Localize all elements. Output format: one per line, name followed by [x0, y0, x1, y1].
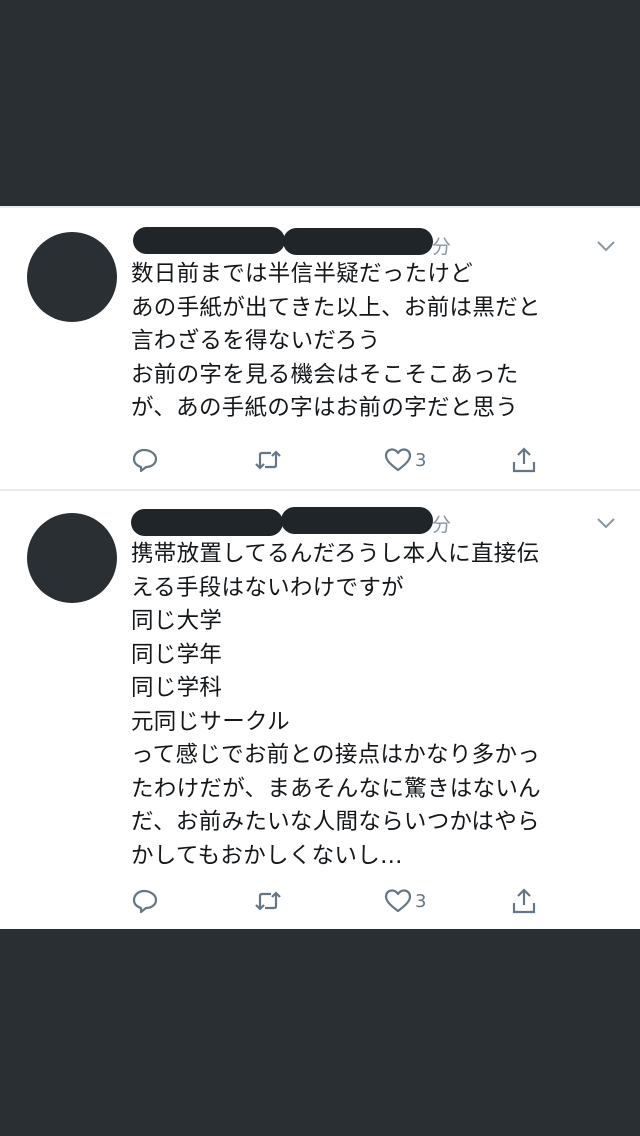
heart-icon [384, 889, 412, 913]
tweet-text-line: が、あの手紙の字はお前の字だと思う [131, 395, 519, 421]
share-icon [512, 447, 536, 473]
tweet-text-line: あの手紙が出てきた以上、お前は黒だと [131, 294, 541, 321]
tweet-text-line: だ、お前みたいな人間ならいつかはやら [131, 809, 540, 835]
tweet-text-line: える手段はないわけですが [131, 574, 404, 601]
retweet-button[interactable] [254, 884, 282, 918]
redacted-display-name [133, 227, 285, 254]
like-count: 3 [415, 890, 427, 912]
tweet-text-line: 同じ大学 [131, 608, 223, 634]
share-button[interactable] [510, 884, 538, 918]
tweet-text-line: かしてもおかしくないし… [131, 842, 403, 869]
chevron-down-icon[interactable] [596, 238, 616, 254]
reply-button[interactable] [131, 884, 159, 918]
redacted-username [283, 228, 433, 255]
retweet-icon [255, 450, 281, 470]
share-icon [512, 888, 536, 914]
like-button[interactable]: 3 [384, 443, 426, 477]
bottom-dark-band [0, 929, 640, 1136]
reply-icon [132, 448, 158, 473]
reply-icon [132, 889, 158, 914]
heart-icon [384, 448, 412, 472]
timestamp: 分 [432, 514, 452, 536]
top-dark-band [0, 0, 640, 206]
like-button[interactable]: 3 [384, 884, 426, 918]
tweet-text-line: 同じ学年 [131, 641, 223, 668]
redacted-display-name [131, 509, 283, 536]
tweet-text-line: 言わざるを得ないだろう [131, 328, 381, 354]
like-count: 3 [415, 449, 427, 471]
avatar[interactable] [27, 513, 117, 603]
tweet-text-line: 同じ学科 [131, 675, 223, 701]
retweet-button[interactable] [254, 443, 282, 477]
tweet-text: 携帯放置してるんだろうし本人に直接伝 える手段はないわけですが 同じ大学 同じ学… [131, 538, 621, 873]
tweet-text-line: 元同じサークル [131, 708, 290, 735]
timestamp: 分 [432, 236, 452, 258]
tweet-card[interactable]: 分 携帯放置してるんだろうし本人に直接伝 える手段はないわけですが 同じ大学 同… [0, 489, 640, 931]
tweet-text: 数日前までは半信半疑だったけど あの手紙が出てきた以上、お前は黒だと 言わざるを… [131, 258, 621, 426]
tweet-text-line: たわけだが、まあそんなに驚きはないん [131, 775, 541, 802]
tweet-text-line: って感じでお前との接点はかなり多かっ [131, 742, 541, 768]
chevron-down-icon[interactable] [596, 515, 616, 531]
tweet-text-line: お前の字を見る機会はそこそこあった [131, 361, 519, 388]
tweet-card[interactable]: 分 数日前までは半信半疑だったけど あの手紙が出てきた以上、お前は黒だと 言わざ… [0, 206, 640, 489]
tweet-actions: 3 [131, 443, 551, 477]
share-button[interactable] [510, 443, 538, 477]
retweet-icon [255, 891, 281, 911]
tweet-text-line: 数日前までは半信半疑だったけど [131, 261, 474, 287]
tweet-actions: 3 [131, 884, 551, 918]
avatar[interactable] [27, 232, 117, 322]
tweet-text-line: 携帯放置してるんだろうし本人に直接伝 [131, 541, 540, 567]
redacted-username [281, 507, 433, 534]
reply-button[interactable] [131, 443, 159, 477]
